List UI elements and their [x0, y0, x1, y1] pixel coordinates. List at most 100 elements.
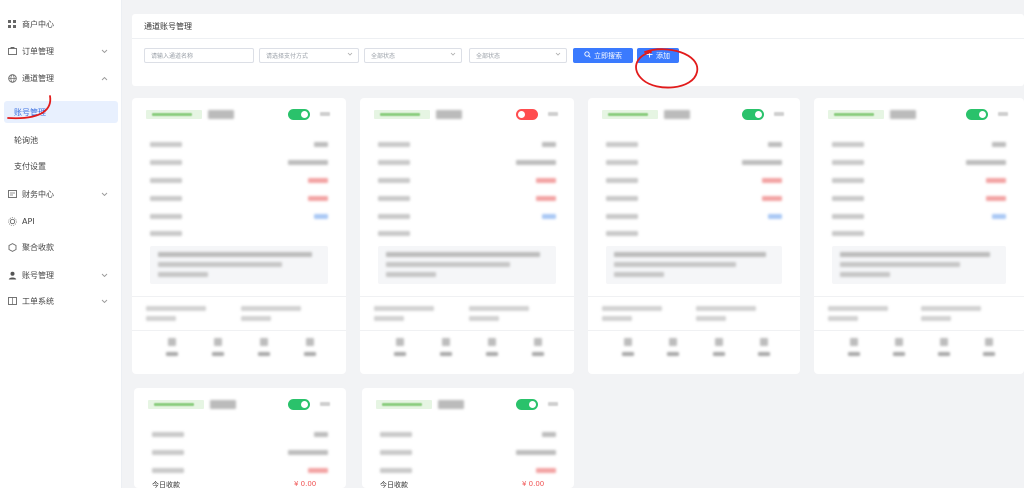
toggle-knob: [301, 401, 308, 408]
divider: [814, 296, 1024, 297]
sidebar-item-merchant-center[interactable]: 商户中心: [4, 13, 118, 35]
status-toggle[interactable]: [288, 109, 310, 120]
divider: [132, 296, 346, 297]
field-label: [832, 231, 864, 236]
field-value: [762, 178, 782, 183]
info-line: [158, 252, 312, 257]
action-label: [937, 352, 950, 356]
api-icon: [7, 216, 17, 226]
field-value: [308, 196, 328, 201]
divider: [360, 296, 574, 297]
sidebar-item-label: 账号管理: [22, 270, 54, 280]
more-icon[interactable]: [320, 112, 330, 116]
status-select-1[interactable]: 全部状态: [364, 48, 462, 63]
card-type-tag: [828, 110, 884, 119]
sidebar-item-account-admin[interactable]: 账号管理: [4, 264, 118, 286]
globe-icon: [7, 73, 17, 83]
field-label: [832, 160, 864, 165]
sidebar-item-channels[interactable]: 通道管理: [4, 67, 118, 89]
card-name: [436, 110, 462, 119]
sidebar-item-label: 聚合收款: [22, 242, 54, 252]
status-toggle[interactable]: [516, 399, 538, 410]
divider: [814, 330, 1024, 331]
action-label: [212, 352, 224, 356]
search-icon: [584, 51, 591, 60]
field-label: [152, 432, 184, 437]
sidebar-item-polling-pool[interactable]: 轮询池: [4, 129, 118, 151]
chevron-down-icon: [347, 52, 353, 59]
field-value: [536, 468, 556, 473]
field-label: [150, 196, 182, 201]
action-label: [621, 352, 634, 356]
action-icon: [669, 338, 678, 346]
status-value-1: 全部状态: [371, 53, 396, 60]
status-select-2[interactable]: 全部状态: [469, 48, 567, 63]
search-button[interactable]: 立即搜索: [573, 48, 633, 63]
action-label: [486, 352, 498, 356]
field-value: [542, 214, 556, 219]
chevron-down-icon: [101, 297, 108, 306]
chevron-down-icon: [101, 47, 108, 56]
sidebar-item-label: 支付设置: [14, 161, 46, 171]
status-toggle[interactable]: [742, 109, 764, 120]
field-value: [308, 178, 328, 183]
action-icon: [849, 338, 858, 346]
card-type-tag: [146, 110, 202, 119]
more-icon[interactable]: [548, 112, 558, 116]
time-text: [828, 306, 888, 311]
account-card: 今日收款 ¥ 0.00: [134, 388, 346, 488]
card-type-tag: [602, 110, 658, 119]
field-label: [832, 214, 864, 219]
more-icon[interactable]: [774, 112, 784, 116]
pay-method-select[interactable]: 请选择支付方式: [259, 48, 359, 63]
field-value: [516, 450, 556, 455]
field-label: [150, 142, 182, 147]
card-type-tag: [148, 400, 204, 409]
field-value: [516, 160, 556, 165]
divider: [360, 330, 574, 331]
sidebar-item-finance[interactable]: 财务中心: [4, 183, 118, 205]
toggle-knob: [529, 401, 536, 408]
status-toggle[interactable]: [966, 109, 988, 120]
field-label: [378, 142, 410, 147]
field-value: [986, 196, 1006, 201]
sidebar-item-aggregate-payment[interactable]: 聚合收款: [4, 236, 118, 258]
field-value: [314, 214, 328, 219]
time-text: [146, 316, 176, 321]
chevron-down-icon: [555, 52, 561, 59]
field-label: [606, 231, 638, 236]
main-content: 通道账号管理 请输入通道名称 请选择支付方式 全部状态 全部状态 立即搜索 添加: [122, 0, 1024, 488]
field-label: [832, 196, 864, 201]
toggle-knob: [755, 111, 762, 118]
field-value: [542, 142, 556, 147]
time-text: [146, 306, 206, 311]
more-icon[interactable]: [320, 402, 330, 406]
card-name: [210, 400, 236, 409]
more-icon[interactable]: [998, 112, 1008, 116]
status-toggle[interactable]: [288, 399, 310, 410]
status-toggle[interactable]: [516, 109, 538, 120]
action-icon: [306, 338, 314, 346]
time-text: [921, 316, 951, 321]
search-input[interactable]: 请输入通道名称: [144, 48, 254, 63]
divider: [588, 296, 800, 297]
field-value: [768, 214, 782, 219]
sidebar-item-api[interactable]: API: [4, 210, 118, 232]
action-label: [394, 352, 406, 356]
field-value: [314, 142, 328, 147]
divider: [588, 330, 800, 331]
sidebar-item-orders[interactable]: 订单管理: [4, 40, 118, 62]
today-income-label: 今日收款: [152, 481, 180, 488]
account-card: [588, 98, 800, 374]
field-value: [308, 468, 328, 473]
chevron-up-icon: [101, 74, 108, 83]
sidebar-item-payment-settings[interactable]: 支付设置: [4, 155, 118, 177]
action-icon: [939, 338, 948, 346]
time-text: [469, 306, 529, 311]
field-value: [288, 160, 328, 165]
field-label: [152, 468, 184, 473]
search-button-label: 立即搜索: [594, 51, 622, 60]
more-icon[interactable]: [548, 402, 558, 406]
field-label: [380, 450, 412, 455]
sidebar-item-ticket-system[interactable]: 工单系统: [4, 290, 118, 312]
